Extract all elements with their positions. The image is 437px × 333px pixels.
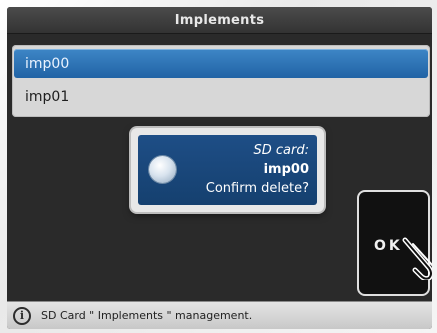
list-item-label: imp00 — [25, 55, 70, 72]
dialog-question: Confirm delete? — [205, 181, 309, 196]
device-screen: Implements imp00 imp01 SD card: imp00 Co… — [7, 7, 432, 329]
title-bar: Implements — [7, 7, 432, 34]
dialog-title: SD card: — [253, 143, 310, 158]
status-text: SD Card " Implements " management. — [41, 309, 253, 322]
page-title: Implements — [174, 12, 265, 28]
hand-pointer-icon — [402, 237, 432, 280]
dialog-item-name: imp00 — [263, 162, 309, 177]
status-bar: i SD Card " Implements " management. — [7, 301, 432, 329]
ok-button[interactable]: OK — [357, 190, 432, 296]
info-icon: i — [13, 306, 31, 325]
dialog-message: SD card: imp00 Confirm delete? — [179, 141, 309, 198]
confirm-delete-dialog: SD card: imp00 Confirm delete? — [131, 128, 324, 212]
list-item-label: imp01 — [25, 88, 70, 105]
globe-icon — [149, 156, 176, 183]
implements-list: imp00 imp01 — [12, 45, 430, 117]
list-item-imp00[interactable]: imp00 — [14, 49, 428, 78]
dialog-body: SD card: imp00 Confirm delete? — [138, 135, 317, 205]
list-item-imp01[interactable]: imp01 — [14, 82, 428, 111]
